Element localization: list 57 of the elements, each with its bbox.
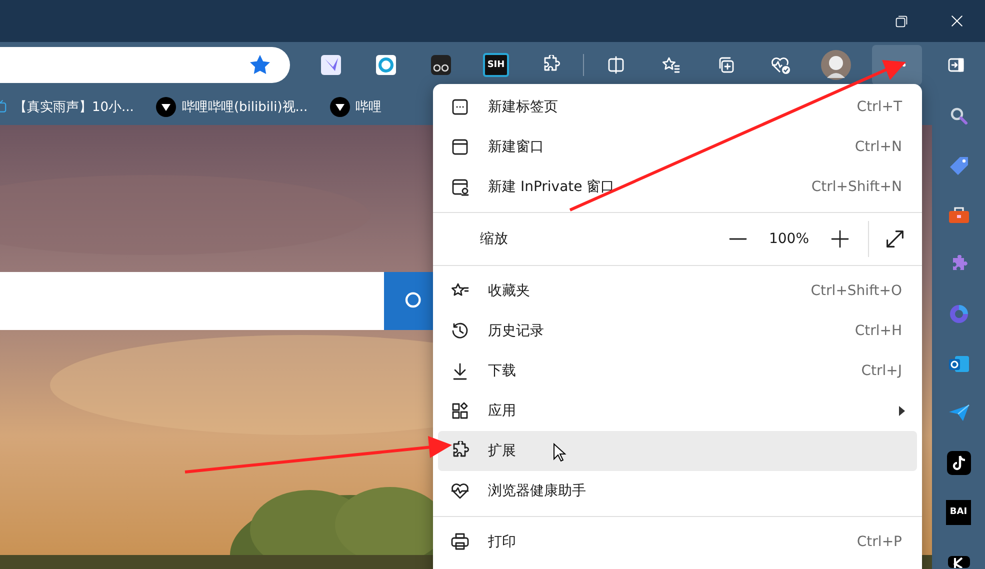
extension-badge[interactable]: SIH <box>483 53 509 77</box>
send-icon <box>948 403 970 423</box>
print-icon <box>450 532 470 552</box>
mouse-cursor-icon <box>553 443 567 463</box>
zoom-value: 100% <box>768 231 810 247</box>
history-icon <box>450 321 470 341</box>
minus-icon <box>729 238 747 240</box>
shortcut-label: Ctrl+Shift+O <box>810 283 902 299</box>
address-bar[interactable] <box>0 47 290 83</box>
zoom-label: 缩放 <box>480 230 508 248</box>
shortcut-label: Ctrl+Shift+N <box>811 179 902 195</box>
tag-icon <box>948 154 970 176</box>
restore-icon <box>894 14 908 28</box>
health-icon <box>770 55 792 75</box>
menu-item[interactable]: 下载 Ctrl+J <box>438 351 917 391</box>
menu-item[interactable]: 收藏夹 Ctrl+Shift+O <box>438 271 917 311</box>
menu-item[interactable]: 新建标签页 Ctrl+T <box>438 87 917 127</box>
expand-icon <box>884 228 906 250</box>
window-icon <box>450 137 470 157</box>
shortcut-label: Ctrl+T <box>856 99 902 115</box>
sidebar-button[interactable]: BAI <box>944 494 974 530</box>
app-badge[interactable]: BAI <box>946 500 971 524</box>
menu-item[interactable]: 历史记录 Ctrl+H <box>438 311 917 351</box>
favorite-star-icon[interactable] <box>250 55 270 75</box>
menu-item[interactable]: 扩展 <box>438 431 917 471</box>
apps-icon <box>450 401 470 421</box>
play-icon <box>156 96 176 116</box>
bookmark[interactable]: 【真实雨声】10小... <box>0 98 134 116</box>
private-window-icon <box>450 177 470 197</box>
health-icon <box>450 481 470 501</box>
close-icon <box>950 14 964 28</box>
avatar <box>821 50 851 80</box>
play-icon <box>330 96 350 116</box>
menu-item[interactable]: 应用 <box>438 391 917 431</box>
app-icon <box>948 556 970 568</box>
shortcut-label: Ctrl+P <box>856 534 902 550</box>
search-icon <box>948 106 968 126</box>
music-app-icon <box>946 450 970 474</box>
menu-item[interactable]: 打印 Ctrl+P <box>438 522 917 562</box>
shortcut-label: Ctrl+H <box>854 323 902 339</box>
menu-item[interactable]: 浏览器健康助手 <box>438 471 917 511</box>
bookmark[interactable]: 哔哩 <box>330 96 382 116</box>
ring-icon <box>376 55 396 75</box>
split-screen-icon <box>606 55 626 75</box>
office-icon <box>948 303 970 325</box>
toolbox-icon <box>948 205 970 225</box>
bookmark[interactable]: 哔哩哔哩(bilibili)视... <box>156 96 308 116</box>
toolbar-button[interactable]: SIH <box>473 45 519 85</box>
new-tab-icon <box>450 97 470 117</box>
shortcut-label: Ctrl+J <box>861 363 902 379</box>
shortcut-label: Ctrl+N <box>854 139 902 155</box>
glasses-icon <box>431 55 451 75</box>
search-field[interactable] <box>0 272 384 330</box>
favorites-icon <box>661 55 681 75</box>
bird-icon <box>321 55 341 75</box>
plus-icon <box>830 229 850 249</box>
menu-item[interactable]: 新建窗口 Ctrl+N <box>438 127 917 167</box>
